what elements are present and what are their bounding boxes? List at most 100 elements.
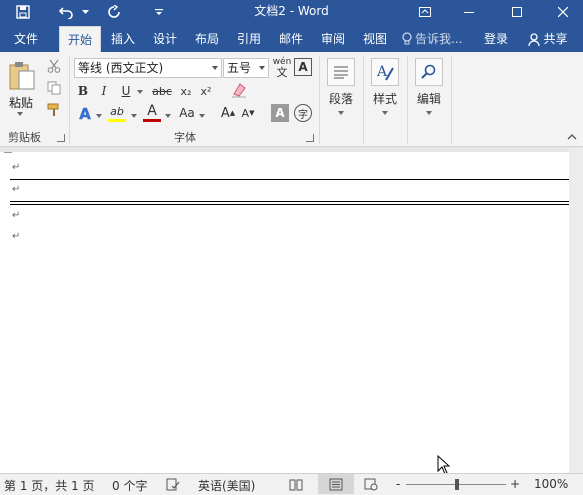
ribbon-display-options-icon[interactable] (408, 0, 442, 24)
chevron-down-icon (338, 111, 344, 115)
tab-review[interactable]: 审阅 (314, 26, 352, 52)
document-page[interactable]: ↵ ↵ ↵ ↵ (0, 152, 569, 473)
svg-text:A: A (376, 64, 388, 80)
enclose-characters-button[interactable]: 字 (294, 104, 312, 122)
vertical-scrollbar[interactable] (569, 148, 583, 473)
paragraph-mark: ↵ (12, 184, 21, 195)
tab-home[interactable]: 开始 (59, 26, 101, 52)
zoom-slider-thumb[interactable] (455, 479, 459, 490)
font-size-combo[interactable]: 五号 (223, 58, 269, 78)
word-count[interactable]: 0 个字 (112, 477, 147, 494)
double-rule-top (10, 201, 569, 202)
highlight-button[interactable]: ab (107, 103, 127, 119)
scissors-icon[interactable] (46, 58, 62, 74)
person-icon (528, 32, 541, 46)
print-layout-icon (329, 478, 343, 494)
text-effects-dropdown-icon[interactable] (96, 114, 102, 118)
proofing-icon[interactable] (166, 478, 180, 494)
double-rule-bottom (10, 204, 569, 205)
group-separator (319, 56, 320, 144)
italic-button[interactable]: I (96, 82, 112, 100)
group-separator (69, 56, 70, 144)
minimize-icon[interactable] (452, 0, 486, 24)
zoom-level[interactable]: 100% (534, 477, 568, 491)
tab-design[interactable]: 设计 (146, 26, 184, 52)
tab-insert[interactable]: 插入 (104, 26, 142, 52)
tab-view[interactable]: 视图 (356, 26, 394, 52)
underline-dropdown-icon[interactable] (137, 90, 143, 94)
strikethrough-button[interactable]: abc (150, 82, 174, 100)
editing-label: 编辑 (416, 92, 441, 106)
group-separator (407, 56, 408, 144)
underline-button[interactable]: U (118, 82, 134, 100)
editing-button[interactable]: 编辑 (411, 58, 447, 115)
font-launcher-icon[interactable] (306, 134, 314, 142)
chevron-down-icon (212, 66, 218, 70)
character-shading-button[interactable]: A (271, 104, 289, 122)
paragraph-mark: ↵ (12, 231, 21, 242)
copy-icon[interactable] (46, 80, 62, 96)
horizontal-rule (10, 179, 569, 180)
group-separator (363, 56, 364, 144)
superscript-button[interactable]: x² (198, 82, 214, 100)
tab-references[interactable]: 引用 (230, 26, 268, 52)
paste-label[interactable]: 粘贴 (9, 94, 33, 111)
font-color-bar (143, 119, 161, 122)
subscript-button[interactable]: x₂ (178, 82, 194, 100)
phonetic-char: 文 (276, 66, 288, 79)
bold-button[interactable]: B (75, 82, 91, 100)
close-icon[interactable] (546, 0, 580, 24)
format-painter-icon[interactable] (46, 102, 62, 118)
grow-font-button[interactable]: A ▲ (220, 104, 236, 122)
character-border-button[interactable]: A (294, 58, 312, 76)
shrink-font-button[interactable]: A ▼ (240, 104, 256, 122)
chevron-down-icon (426, 111, 432, 115)
text-effects-button[interactable]: A (76, 104, 94, 124)
font-color-button[interactable]: A (143, 103, 161, 119)
tab-layout[interactable]: 布局 (188, 26, 226, 52)
tab-file[interactable]: 文件 (4, 26, 48, 52)
tell-me-box[interactable]: 告诉我... (402, 26, 474, 52)
change-case-dropdown-icon[interactable] (199, 114, 205, 118)
paragraph-mark: ↵ (12, 162, 21, 173)
tab-mailings[interactable]: 邮件 (272, 26, 310, 52)
language-status[interactable]: 英语(美国) (198, 477, 255, 494)
page-count[interactable]: 第 1 页，共 1 页 (4, 477, 95, 494)
clear-formatting-icon[interactable] (230, 80, 248, 100)
font-color-dropdown-icon[interactable] (165, 114, 171, 118)
font-name-combo[interactable]: 等线 (西文正文) (74, 58, 222, 78)
zoom-out-button[interactable]: - (396, 477, 400, 491)
clipboard-icon[interactable] (6, 58, 38, 94)
collapse-ribbon-icon[interactable] (566, 132, 578, 142)
ribbon-tabs: 文件 开始 插入 设计 布局 引用 邮件 审阅 视图 告诉我... 登录 共享 (0, 24, 583, 52)
change-case-button[interactable]: Aa (176, 104, 198, 122)
title-bar: 文档2 - Word (0, 0, 583, 24)
phonetic-guide-button[interactable]: wén 文 (272, 57, 292, 79)
chevron-down-icon (382, 111, 388, 115)
paste-dropdown-icon[interactable] (17, 112, 23, 116)
zoom-in-button[interactable]: + (510, 477, 520, 491)
clipboard-group-label: 剪贴板 (8, 131, 41, 144)
highlight-dropdown-icon[interactable] (131, 114, 137, 118)
font-size-value: 五号 (227, 61, 252, 75)
chevron-down-icon (259, 66, 265, 70)
group-separator (451, 56, 452, 144)
styles-button[interactable]: A 样式 (367, 58, 403, 115)
share-button[interactable]: 共享 (518, 26, 578, 52)
window-title: 文档2 - Word (254, 4, 329, 18)
read-mode-icon[interactable] (289, 478, 303, 494)
web-layout-icon[interactable] (364, 478, 378, 494)
margin-mark (4, 152, 12, 153)
find-icon (415, 58, 443, 86)
styles-icon: A (371, 58, 399, 86)
sign-in-link[interactable]: 登录 (478, 26, 514, 52)
status-bar: 第 1 页，共 1 页 0 个字 英语(美国) - + 100% (0, 473, 583, 495)
share-label: 共享 (543, 32, 568, 46)
paragraph-mark: ↵ (12, 210, 21, 221)
paragraph-button[interactable]: 段落 (323, 58, 359, 115)
clipboard-launcher-icon[interactable] (57, 134, 65, 142)
maximize-icon[interactable] (500, 0, 534, 24)
paragraph-icon (327, 58, 355, 86)
font-name-value: 等线 (西文正文) (78, 61, 164, 75)
tell-me-placeholder: 告诉我... (415, 32, 463, 46)
